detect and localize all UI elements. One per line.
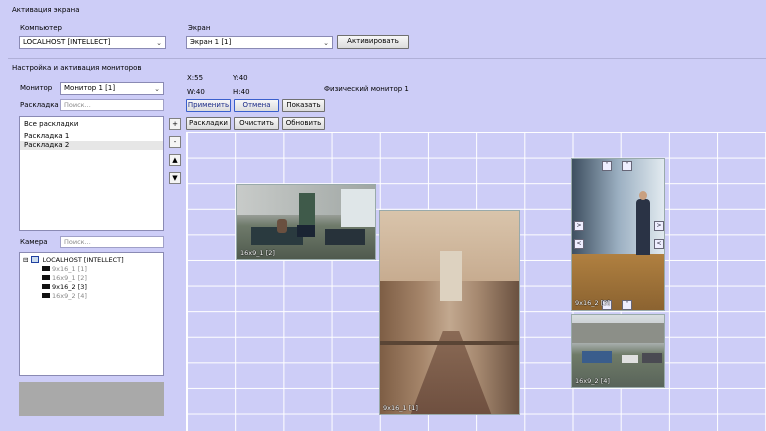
tree-root-label: LOCALHOST [INTELLECT] bbox=[42, 256, 124, 264]
tree-item-camera[interactable]: 16x9_1 [2] bbox=[42, 274, 87, 283]
list-item[interactable]: Раскладка 1 bbox=[20, 132, 163, 141]
remove-layout-button[interactable]: - bbox=[169, 136, 181, 148]
glass-wall bbox=[572, 159, 664, 259]
office-door bbox=[299, 193, 315, 229]
move-down-button[interactable]: ▼ bbox=[169, 172, 181, 184]
list-item[interactable]: Все раскладки bbox=[20, 120, 163, 129]
clear-button[interactable]: Очистить bbox=[234, 117, 279, 130]
vehicle bbox=[622, 355, 638, 363]
layouts-button[interactable]: Раскладки bbox=[186, 117, 231, 130]
physical-monitor-label: Физический монитор 1 bbox=[324, 85, 409, 93]
section-divider bbox=[8, 58, 766, 59]
camera-view-label: 16x9_1 [2] bbox=[240, 249, 275, 257]
computer-label: Компьютер bbox=[20, 24, 62, 32]
monitors-section-title: Настройка и активация мониторов bbox=[12, 64, 142, 72]
camera-view-tile[interactable]: ˄ ˅ > < > < ˅ ˄ 9x16_2 [3] bbox=[571, 158, 665, 311]
chevron-down-icon: ⌄ bbox=[323, 39, 329, 47]
w-readout: W:40 bbox=[187, 88, 205, 96]
h-readout: H:40 bbox=[233, 88, 250, 96]
screen-select[interactable]: Экран 1 [1] ⌄ bbox=[186, 36, 333, 49]
corridor-baseboard bbox=[380, 341, 519, 345]
computer-icon bbox=[30, 256, 39, 263]
screen-select-value: Экран 1 [1] bbox=[190, 38, 232, 46]
office-monitor bbox=[297, 225, 315, 237]
monitor-select-value: Монитор 1 [1] bbox=[64, 84, 116, 92]
y-readout: Y:40 bbox=[233, 74, 248, 82]
camera-view-label: 9x16_1 [1] bbox=[383, 404, 418, 412]
person-head bbox=[639, 191, 647, 200]
nav-left-button[interactable]: < bbox=[574, 239, 584, 249]
nav-down-button[interactable]: ˅ bbox=[622, 161, 632, 171]
tree-item-camera[interactable]: 9x16_2 [3] bbox=[42, 283, 87, 292]
tree-item-label: 16x9_2 [4] bbox=[52, 292, 87, 300]
camera-label: Камера bbox=[20, 238, 48, 246]
camera-icon bbox=[42, 266, 50, 271]
camera-icon bbox=[42, 284, 50, 289]
monitor-select[interactable]: Монитор 1 [1] ⌄ bbox=[60, 82, 164, 95]
layout-list[interactable]: Все раскладки Раскладка 1 Раскладка 2 bbox=[19, 116, 164, 231]
tree-root[interactable]: ⊟ LOCALHOST [INTELLECT] bbox=[23, 255, 124, 264]
corridor-end bbox=[440, 251, 462, 301]
camera-search-input[interactable]: Поиск... bbox=[60, 236, 164, 248]
vehicle bbox=[582, 351, 612, 363]
list-item[interactable]: Раскладка 2 bbox=[20, 141, 163, 150]
nav-right-button[interactable]: > bbox=[654, 221, 664, 231]
camera-tree[interactable]: ⊟ LOCALHOST [INTELLECT] 9x16_1 [1] 16x9_… bbox=[19, 252, 164, 376]
computer-select-value: LOCALHOST [INTELLECT] bbox=[23, 38, 111, 46]
screen-label: Экран bbox=[188, 24, 211, 32]
computer-select[interactable]: LOCALHOST [INTELLECT] ⌄ bbox=[19, 36, 166, 49]
layout-search-input[interactable]: Поиск... bbox=[60, 99, 164, 111]
chevron-down-icon: ⌄ bbox=[156, 39, 162, 47]
collapse-icon[interactable]: ⊟ bbox=[23, 256, 28, 264]
refresh-button[interactable]: Обновить bbox=[282, 117, 325, 130]
monitor-label: Монитор bbox=[20, 84, 53, 92]
move-up-button[interactable]: ▲ bbox=[169, 154, 181, 166]
camera-icon bbox=[42, 293, 50, 298]
nav-left-button[interactable]: < bbox=[654, 239, 664, 249]
office-desk bbox=[325, 229, 365, 245]
tree-item-label: 16x9_1 [2] bbox=[52, 274, 87, 282]
nav-up-button[interactable]: ˄ bbox=[622, 300, 632, 310]
apply-button[interactable]: Применить bbox=[186, 99, 231, 112]
activate-button[interactable]: Активировать bbox=[337, 35, 409, 49]
layout-label: Раскладка bbox=[20, 101, 59, 109]
preview-area bbox=[19, 382, 164, 416]
camera-view-label: 9x16_2 [3] bbox=[575, 299, 610, 307]
add-layout-button[interactable]: + bbox=[169, 118, 181, 130]
office-window bbox=[341, 189, 375, 227]
building bbox=[572, 323, 664, 343]
screen-activation-title: Активация экрана bbox=[12, 6, 80, 14]
tree-item-camera[interactable]: 16x9_2 [4] bbox=[42, 292, 87, 301]
tree-item-camera[interactable]: 9x16_1 [1] bbox=[42, 265, 87, 274]
vehicle bbox=[642, 353, 662, 363]
camera-icon bbox=[42, 275, 50, 280]
chevron-down-icon: ⌄ bbox=[154, 85, 160, 93]
person-figure bbox=[636, 199, 650, 255]
camera-view-tile[interactable]: 9x16_1 [1] bbox=[379, 210, 520, 415]
show-button[interactable]: Показать bbox=[282, 99, 325, 112]
camera-view-tile[interactable]: 16x9_1 [2] bbox=[236, 184, 376, 260]
tree-item-label: 9x16_1 [1] bbox=[52, 265, 87, 273]
person-figure bbox=[277, 219, 287, 233]
camera-view-tile[interactable]: 16x9_2 [4] bbox=[571, 314, 665, 388]
camera-view-label: 16x9_2 [4] bbox=[575, 377, 610, 385]
tree-item-label: 9x16_2 [3] bbox=[52, 283, 87, 291]
nav-up-button[interactable]: ˄ bbox=[602, 161, 612, 171]
cancel-button[interactable]: Отмена bbox=[234, 99, 279, 112]
x-readout: X:55 bbox=[187, 74, 204, 82]
nav-right-button[interactable]: > bbox=[574, 221, 584, 231]
